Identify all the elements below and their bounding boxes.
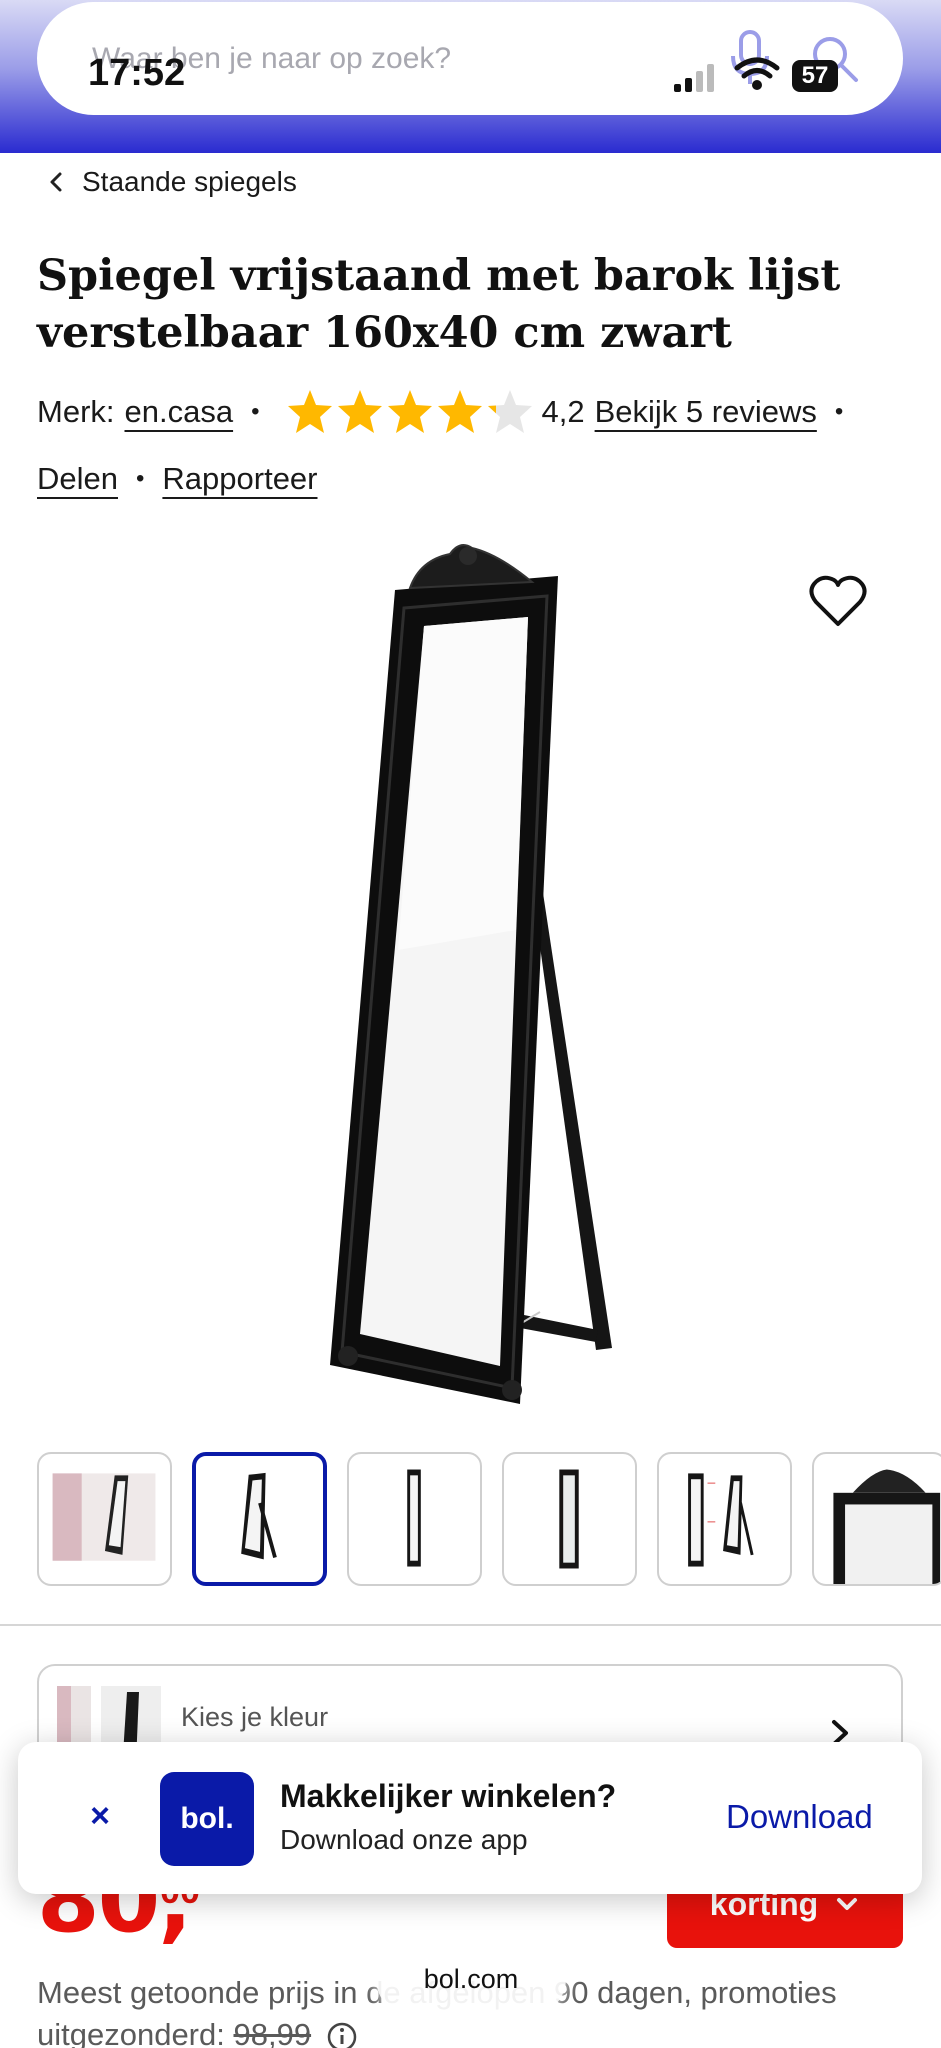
- status-time: 17:52: [88, 52, 186, 94]
- rating-stars: [285, 388, 535, 436]
- signal-icon: [674, 64, 714, 92]
- battery-icon: 57: [792, 60, 844, 92]
- bol-logo: bol.: [160, 1772, 254, 1866]
- thumbnail-active[interactable]: [192, 1452, 327, 1586]
- url-bar[interactable]: bol.com: [376, 1942, 566, 2016]
- star-icon: [438, 390, 483, 433]
- share-link[interactable]: Delen: [37, 461, 118, 497]
- app-download-banner: × bol. Makkelijker winkelen? Download on…: [18, 1742, 922, 1894]
- breadcrumb-label[interactable]: Staande spiegels: [82, 166, 297, 198]
- close-button[interactable]: ×: [80, 1796, 120, 1836]
- separator-dot: •: [136, 465, 145, 492]
- thumbnail-strip: [37, 1450, 941, 1588]
- battery-level: 57: [792, 60, 838, 92]
- wifi-icon: [734, 57, 780, 90]
- product-title: Spiegel vrijstaand met barok lijst verst…: [37, 251, 841, 358]
- reviews-link[interactable]: Bekijk 5 reviews: [595, 394, 817, 430]
- product-meta: Merk: en.casa • 4,2 Bekijk 5 reviews •: [37, 388, 861, 436]
- thumbnail[interactable]: [812, 1452, 941, 1586]
- star-icon: [388, 390, 433, 433]
- product-image[interactable]: [300, 530, 630, 1410]
- banner-title: Makkelijker winkelen?: [280, 1778, 617, 1814]
- download-button[interactable]: Download: [726, 1798, 873, 1836]
- product-actions: Delen • Rapporteer: [37, 455, 318, 503]
- chevron-down-icon: [837, 1898, 858, 1910]
- old-price: 98,99: [233, 2017, 312, 2048]
- brand-label: Merk:: [37, 394, 115, 429]
- separator-dot: •: [834, 398, 844, 425]
- thumbnail[interactable]: [657, 1452, 792, 1586]
- thumbnail[interactable]: [347, 1452, 482, 1586]
- info-icon[interactable]: [326, 2021, 358, 2048]
- chevron-left-icon: [50, 172, 62, 192]
- star-icon: [338, 390, 383, 433]
- breadcrumb[interactable]: Staande spiegels: [46, 162, 297, 202]
- header: Waar ben je naar op zoek? 17:52 57: [0, 0, 941, 153]
- rating-value: 4,2: [541, 394, 585, 429]
- report-link[interactable]: Rapporteer: [162, 461, 317, 497]
- url-domain: bol.com: [423, 1963, 519, 1994]
- separator-dot: •: [251, 398, 260, 425]
- thumbnail[interactable]: [502, 1452, 637, 1586]
- section-divider: [0, 1624, 941, 1626]
- thumbnail[interactable]: [37, 1452, 172, 1586]
- color-picker-label: Kies je kleur: [181, 1702, 329, 1732]
- banner-subtitle: Download onze app: [280, 1824, 528, 1855]
- star-partial-icon: [488, 390, 533, 433]
- brand-link[interactable]: en.casa: [125, 394, 234, 430]
- star-icon: [288, 390, 333, 433]
- heart-icon[interactable]: [808, 574, 868, 630]
